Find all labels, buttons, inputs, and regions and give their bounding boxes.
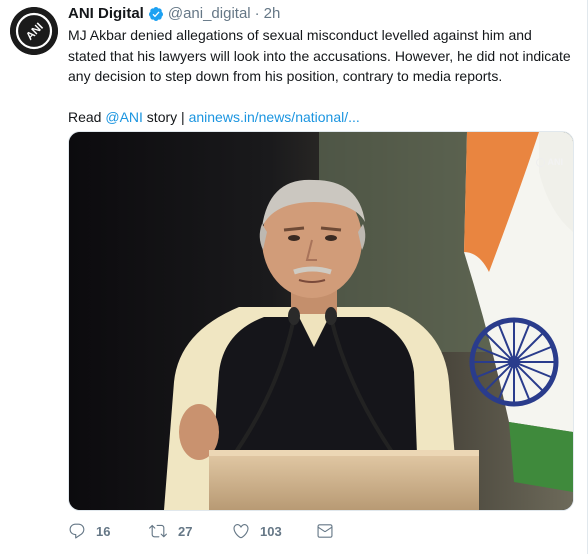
like-count: 103 xyxy=(260,523,282,539)
message-icon xyxy=(317,524,333,538)
retweet-button[interactable]: 27 xyxy=(148,522,232,540)
tweet-actions: 16 27 103 xyxy=(68,522,334,540)
tweet-paragraph: MJ Akbar denied allegations of sexual mi… xyxy=(68,27,571,84)
like-button[interactable]: 103 xyxy=(232,522,316,540)
author-name[interactable]: ANI Digital xyxy=(68,4,144,24)
tweet-text: MJ Akbar denied allegations of sexual mi… xyxy=(68,25,572,127)
reply-button[interactable]: 16 xyxy=(68,522,148,540)
tweet-card[interactable]: ANI ANI Digital @ani_digital · 2h MJ Akb… xyxy=(0,0,588,554)
reply-icon xyxy=(69,523,85,539)
verified-badge-icon xyxy=(148,6,164,22)
avatar[interactable]: ANI xyxy=(10,7,58,55)
reply-count: 16 xyxy=(96,523,111,539)
tweet-media-image[interactable]: ANI xyxy=(68,131,574,511)
retweet-icon xyxy=(149,524,167,538)
mention-link[interactable]: @ANI xyxy=(105,109,143,125)
story-link[interactable]: aninews.in/news/national/... xyxy=(189,109,360,125)
timestamp[interactable]: 2h xyxy=(264,4,281,24)
podium xyxy=(209,450,479,510)
read-line: Read @ANI story | aninews.in/news/nation… xyxy=(68,107,572,128)
media-watermark: ANI xyxy=(535,157,564,167)
author-handle[interactable]: @ani_digital xyxy=(168,4,251,24)
direct-message-button[interactable] xyxy=(316,522,334,540)
read-suffix: story | xyxy=(142,108,189,125)
speaker-photo xyxy=(69,132,573,510)
watermark-text: ANI xyxy=(547,157,564,167)
tweet-header: ANI Digital @ani_digital · 2h xyxy=(68,4,280,24)
read-prefix: Read xyxy=(68,108,106,125)
ani-logo-icon: ANI xyxy=(10,7,58,55)
watermark-icon xyxy=(535,157,545,167)
retweet-count: 27 xyxy=(178,523,193,539)
like-icon xyxy=(233,524,249,539)
separator-dot: · xyxy=(254,5,260,22)
